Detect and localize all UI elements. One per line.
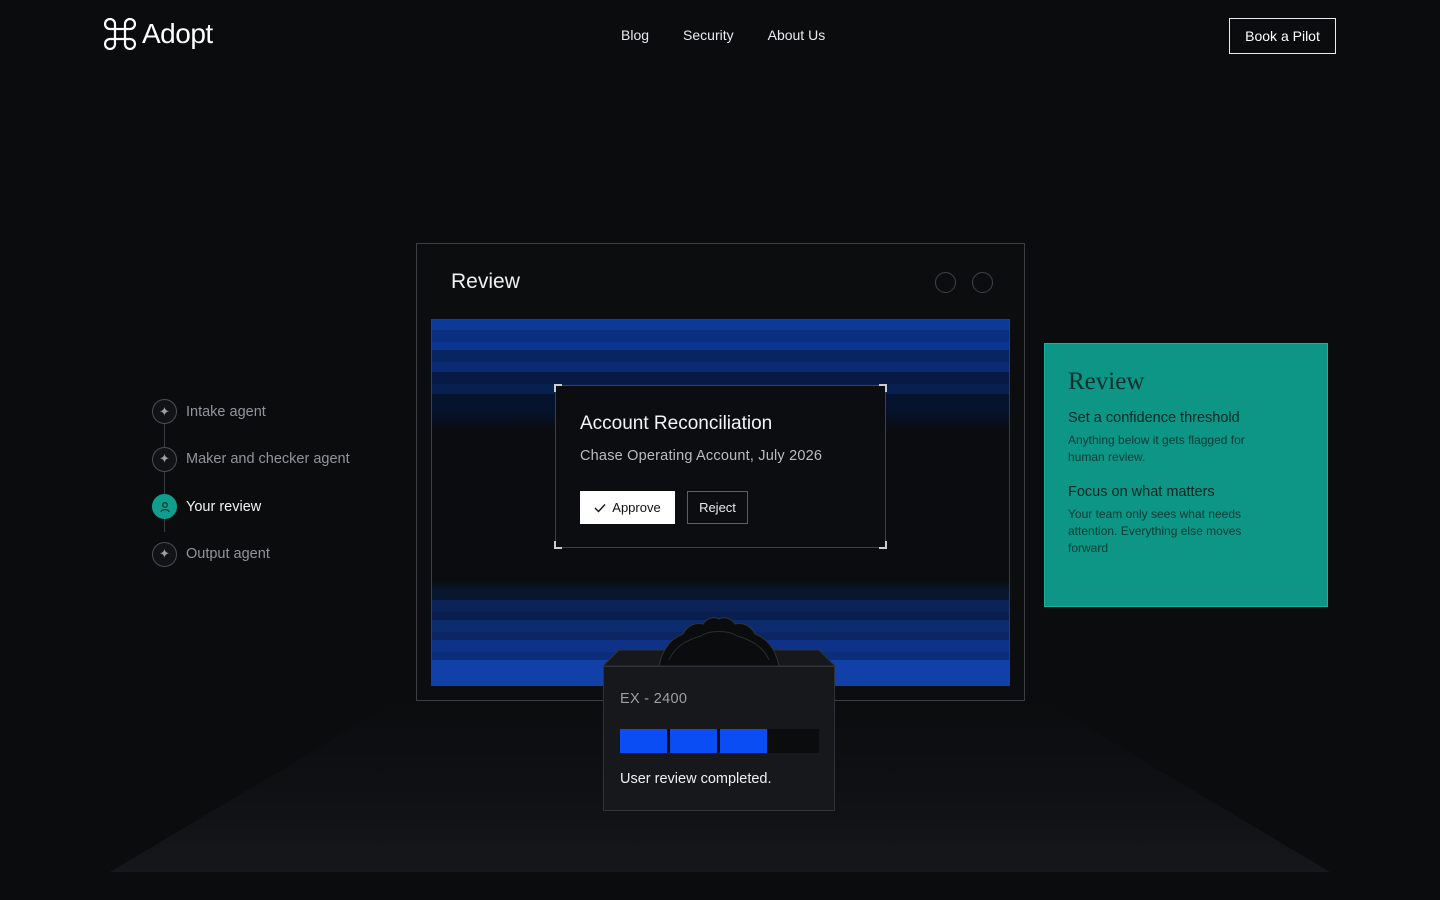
info-title: Review <box>1068 368 1145 395</box>
approve-label: Approve <box>612 500 661 515</box>
command-key-icon <box>104 18 136 50</box>
progress-segment <box>770 729 817 753</box>
step-label: Maker and checker agent <box>186 451 350 468</box>
main-nav: Blog Security About Us <box>621 27 825 43</box>
approve-button[interactable]: Approve <box>580 491 675 524</box>
info-body: Anything below it gets flagged for human… <box>1068 433 1245 464</box>
window-title: Review <box>451 270 520 293</box>
review-info-panel: Review Set a confidence threshold Anythi… <box>1044 343 1328 607</box>
device-wavy-lid <box>603 617 835 667</box>
progress-segment <box>620 729 667 753</box>
check-icon <box>594 503 606 513</box>
corner-bracket <box>554 541 562 549</box>
progress-bar <box>620 729 819 753</box>
step-intake-agent[interactable]: ✦ Intake agent <box>152 388 392 436</box>
step-label: Output agent <box>186 546 270 563</box>
card-subtitle: Chase Operating Account, July 2026 <box>580 448 823 464</box>
card-title: Account Reconciliation <box>580 413 773 434</box>
person-icon <box>152 494 177 520</box>
corner-bracket <box>879 384 887 392</box>
status-message: User review completed. <box>620 771 772 787</box>
brand-name: Adopt <box>142 18 213 49</box>
status-device: EX - 2400 User review completed. <box>603 666 835 811</box>
nav-blog[interactable]: Blog <box>621 27 649 43</box>
reconciliation-card: Account Reconciliation Chase Operating A… <box>554 384 887 549</box>
window-control-circle[interactable] <box>972 272 993 293</box>
info-body: Your team only sees what needs attention… <box>1068 507 1242 555</box>
progress-segment <box>670 729 717 753</box>
info-heading: Focus on what matters <box>1068 484 1215 500</box>
window-control-circle[interactable] <box>935 272 956 293</box>
corner-bracket <box>554 384 562 392</box>
info-heading: Set a confidence threshold <box>1068 410 1240 426</box>
sparkle-icon: ✦ <box>152 399 177 425</box>
step-label: Intake agent <box>186 403 266 420</box>
nav-about-us[interactable]: About Us <box>768 27 826 43</box>
step-output-agent[interactable]: ✦ Output agent <box>152 531 392 579</box>
progress-segment <box>720 729 767 753</box>
book-pilot-button[interactable]: Book a Pilot <box>1229 18 1336 54</box>
step-maker-checker-agent[interactable]: ✦ Maker and checker agent <box>152 436 392 484</box>
step-label: Your review <box>186 498 262 515</box>
sparkle-icon: ✦ <box>152 541 177 567</box>
brand-logo[interactable]: Adopt <box>104 18 213 50</box>
corner-bracket <box>879 541 887 549</box>
nav-security[interactable]: Security <box>683 27 734 43</box>
sparkle-icon: ✦ <box>152 446 177 472</box>
step-your-review[interactable]: Your review <box>152 483 392 531</box>
agent-steps: ✦ Intake agent ✦ Maker and checker agent… <box>152 388 392 578</box>
device-code: EX - 2400 <box>620 691 688 707</box>
reject-button[interactable]: Reject <box>687 491 748 524</box>
